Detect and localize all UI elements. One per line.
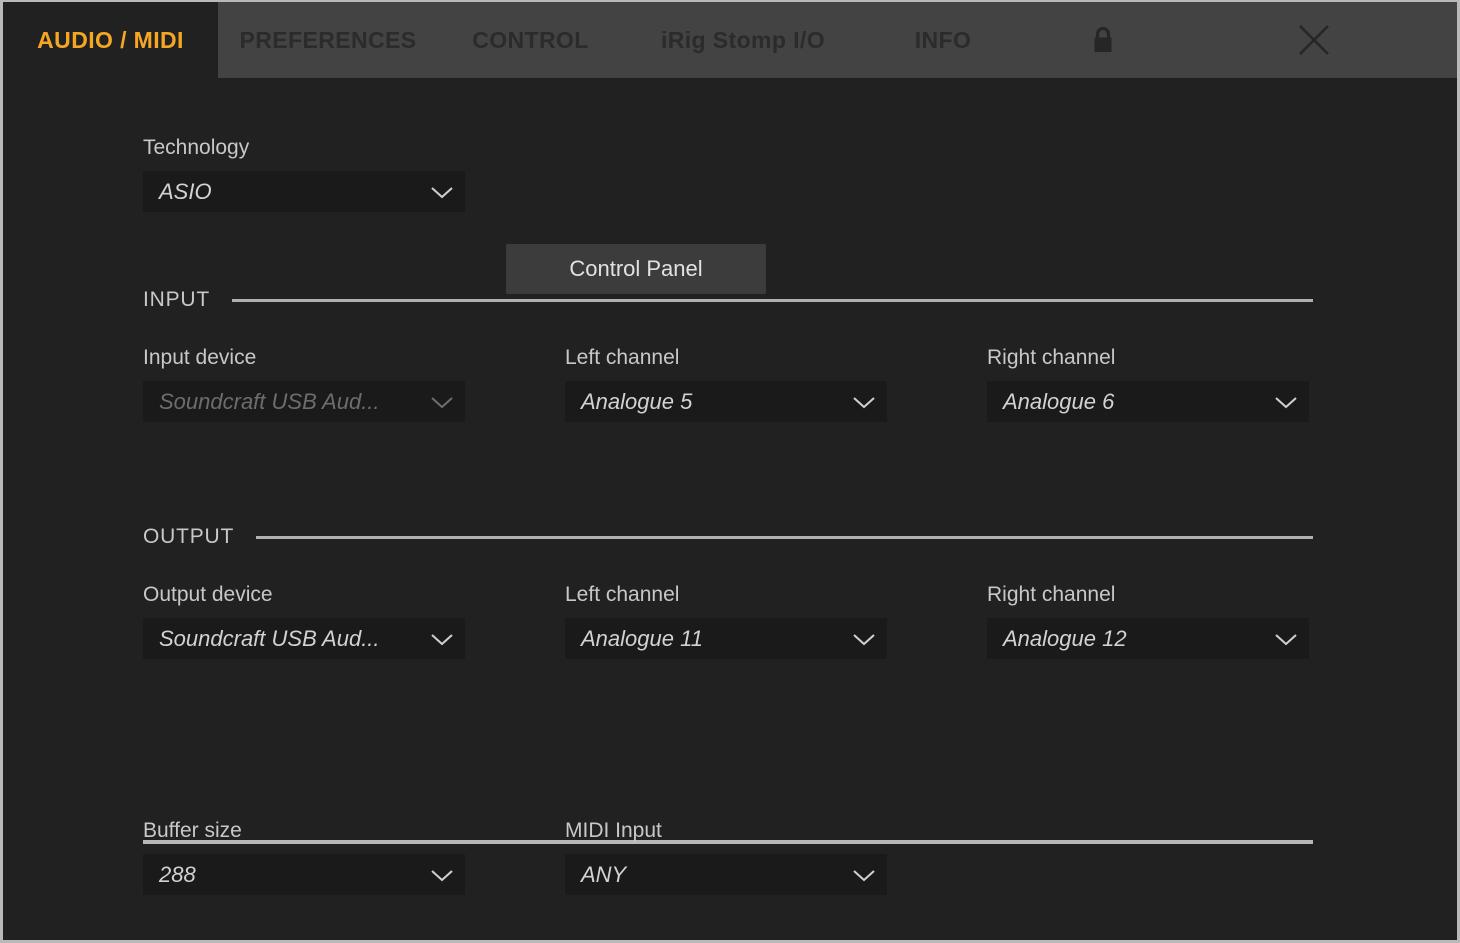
input-right-channel-label: Right channel: [987, 346, 1116, 369]
input-section-header: INPUT: [143, 288, 1313, 312]
output-right-channel-label: Right channel: [987, 583, 1116, 606]
audio-midi-settings-window: AUDIO / MIDI PREFERENCES CONTROL iRig St…: [3, 2, 1457, 940]
output-left-channel-dropdown[interactable]: Analogue 11: [565, 618, 887, 659]
close-icon[interactable]: [1296, 22, 1332, 58]
input-left-channel-dropdown[interactable]: Analogue 5: [565, 381, 887, 422]
chevron-down-icon: [419, 184, 465, 200]
output-right-channel-dropdown[interactable]: Analogue 12: [987, 618, 1309, 659]
input-device-label: Input device: [143, 346, 257, 369]
chevron-down-icon: [841, 631, 887, 647]
bottom-divider: [143, 840, 1313, 844]
technology-label: Technology: [143, 136, 250, 159]
output-section-divider: [256, 535, 1313, 539]
output-device-label: Output device: [143, 583, 273, 606]
output-left-channel-label: Left channel: [565, 583, 680, 606]
input-section-title: INPUT: [143, 288, 210, 311]
tab-bar: AUDIO / MIDI PREFERENCES CONTROL iRig St…: [3, 2, 1457, 78]
chevron-down-icon: [419, 631, 465, 647]
output-section-header: OUTPUT: [143, 525, 1313, 549]
tab-irig-stomp-io-label: iRig Stomp I/O: [660, 26, 826, 53]
midi-input-dropdown[interactable]: ANY: [565, 854, 887, 895]
input-left-channel-dropdown-value: Analogue 5: [581, 388, 693, 414]
buffer-size-dropdown[interactable]: 288: [143, 854, 465, 895]
output-right-channel-dropdown-value: Analogue 12: [1003, 625, 1127, 651]
tab-irig-stomp-io[interactable]: iRig Stomp I/O: [623, 2, 863, 78]
input-device-dropdown-value: Soundcraft USB Aud...: [159, 388, 380, 414]
control-panel-button[interactable]: Control Panel: [506, 244, 766, 294]
chevron-down-icon: [1263, 631, 1309, 647]
output-device-dropdown[interactable]: Soundcraft USB Aud...: [143, 618, 465, 659]
chevron-down-icon: [419, 867, 465, 883]
input-left-channel-label: Left channel: [565, 346, 680, 369]
control-panel-button-label: Control Panel: [569, 256, 703, 281]
tab-info[interactable]: INFO: [863, 2, 1023, 78]
output-section-title: OUTPUT: [143, 525, 235, 548]
output-left-channel-dropdown-value: Analogue 11: [581, 625, 703, 651]
chevron-down-icon: [841, 867, 887, 883]
chevron-down-icon: [841, 394, 887, 410]
tab-control-label: CONTROL: [472, 26, 589, 53]
output-device-dropdown-value: Soundcraft USB Aud...: [159, 625, 380, 651]
input-right-channel-dropdown-value: Analogue 6: [1003, 388, 1115, 414]
chevron-down-icon: [1263, 394, 1309, 410]
input-right-channel-dropdown[interactable]: Analogue 6: [987, 381, 1309, 422]
lock-slot: [1023, 2, 1183, 78]
lock-icon[interactable]: [1090, 25, 1116, 55]
tab-preferences-label: PREFERENCES: [239, 26, 417, 53]
midi-input-dropdown-value: ANY: [581, 861, 627, 887]
settings-content: Technology ASIO Control Panel INPUT Inpu…: [3, 78, 1457, 940]
buffer-size-label: Buffer size: [143, 819, 242, 842]
tab-audio-midi[interactable]: AUDIO / MIDI: [3, 2, 218, 78]
buffer-size-dropdown-value: 288: [159, 861, 196, 887]
close-slot: [1183, 2, 1457, 78]
technology-dropdown[interactable]: ASIO: [143, 171, 465, 212]
tab-audio-midi-label: AUDIO / MIDI: [37, 26, 184, 53]
chevron-down-icon: [419, 394, 465, 410]
input-section-divider: [232, 298, 1313, 302]
tab-preferences[interactable]: PREFERENCES: [218, 2, 438, 78]
midi-input-label: MIDI Input: [565, 819, 662, 842]
input-device-dropdown[interactable]: Soundcraft USB Aud...: [143, 381, 465, 422]
technology-dropdown-value: ASIO: [159, 178, 212, 204]
tab-info-label: INFO: [914, 26, 972, 53]
tab-control[interactable]: CONTROL: [438, 2, 623, 78]
